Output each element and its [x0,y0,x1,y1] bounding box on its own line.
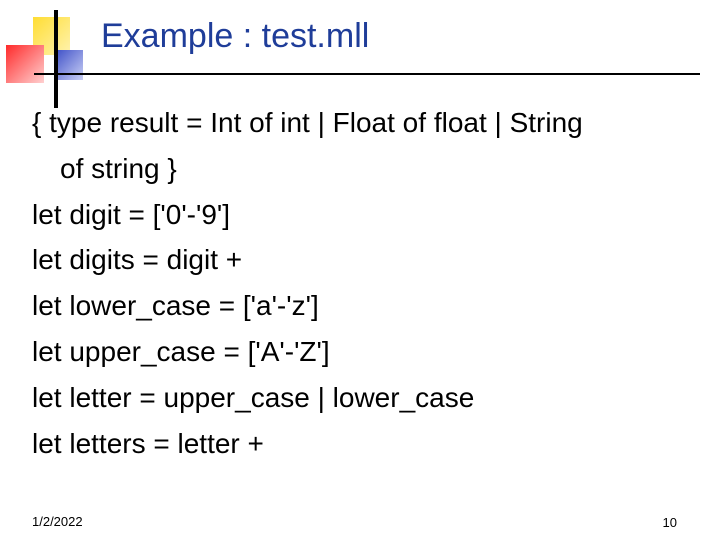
logo-vertical-bar [54,10,58,108]
footer-date: 1/2/2022 [32,514,83,529]
slide-title: Example : test.mll [101,17,370,55]
code-line: let digit = ['0'-'9'] [32,198,231,230]
code-line: of string } [60,152,177,184]
logo-square-blue [55,50,83,80]
code-line: let digits = digit + [32,244,243,276]
code-line: let lower_case = ['a'-'z'] [32,290,319,322]
code-line: let upper_case = ['A'-'Z'] [32,335,330,367]
code-line: { type result = Int of int | Float of fl… [32,107,583,138]
code-line: let letters = letter + [32,427,264,459]
slide-logo-mark [6,10,110,108]
code-body: { type result = Int of int | Float of fl… [32,100,708,466]
logo-square-red [6,45,44,83]
code-line: let letter = upper_case | lower_case [32,381,475,413]
title-underline [34,73,700,75]
page-number: 10 [662,515,677,530]
